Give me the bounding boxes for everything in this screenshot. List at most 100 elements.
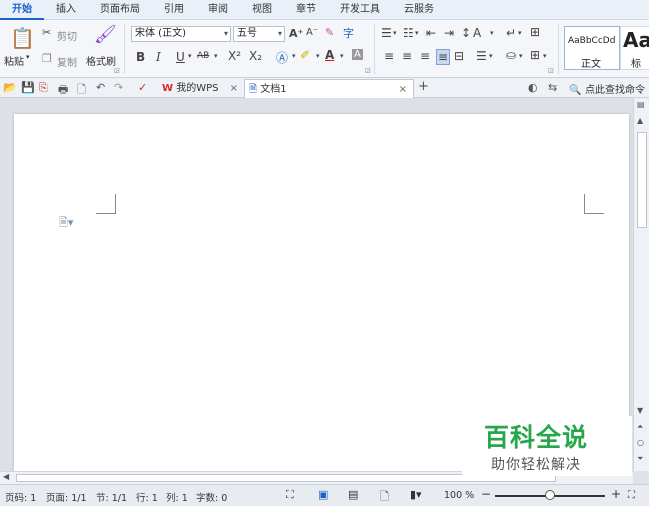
- scroll-left-icon[interactable]: ◀: [3, 472, 9, 481]
- cut-icon[interactable]: ✂: [42, 26, 51, 39]
- table-grid-icon[interactable]: ⊞: [530, 25, 540, 39]
- copy-button[interactable]: 复制: [57, 54, 77, 69]
- line-spacing-icon[interactable]: ☰: [476, 49, 487, 63]
- eye-protection-icon[interactable]: ▮▾: [410, 488, 422, 501]
- borders-icon[interactable]: ⊞: [530, 48, 540, 62]
- style-heading[interactable]: Aa 标: [620, 26, 649, 70]
- show-marks-icon[interactable]: ↵: [506, 26, 516, 40]
- status-pages[interactable]: 页面: 1/1: [46, 490, 87, 504]
- increase-indent-icon[interactable]: ⇥: [444, 26, 454, 40]
- strikethrough-icon[interactable]: AB: [197, 51, 209, 61]
- font-size-select[interactable]: 五号 ▾: [233, 26, 285, 42]
- command-search[interactable]: 🔍 点此查找命令: [569, 81, 645, 96]
- chevron-down-icon[interactable]: ▾: [519, 52, 523, 60]
- vertical-scroll-thumb[interactable]: [637, 132, 647, 228]
- highlight-icon[interactable]: ✐: [300, 48, 310, 62]
- chevron-down-icon[interactable]: ▾: [340, 52, 344, 60]
- next-page-icon[interactable]: ⏷: [637, 454, 643, 464]
- paragraph-launcher-icon[interactable]: ◲: [548, 67, 554, 74]
- full-screen-icon[interactable]: ⛶: [286, 488, 294, 502]
- font-name-select[interactable]: 宋体 (正文) ▾: [131, 26, 231, 42]
- status-section[interactable]: 节: 1/1: [96, 490, 127, 504]
- bold-icon[interactable]: B: [136, 50, 145, 64]
- tab-review[interactable]: 审阅: [196, 0, 240, 20]
- tab-view[interactable]: 视图: [240, 0, 284, 20]
- bullet-list-icon[interactable]: ☰: [381, 26, 392, 40]
- clipboard-launcher-icon[interactable]: ◲: [114, 67, 120, 74]
- underline-icon[interactable]: U: [176, 50, 185, 64]
- chevron-down-icon[interactable]: ▾: [490, 29, 494, 37]
- font-color-icon[interactable]: A: [325, 48, 334, 62]
- chevron-down-icon[interactable]: ▾: [292, 52, 296, 60]
- select-browse-object-icon[interactable]: ○: [637, 438, 644, 447]
- status-column[interactable]: 列: 1: [166, 490, 188, 504]
- align-right-icon[interactable]: ≡: [420, 49, 430, 63]
- shrink-font-icon[interactable]: A⁻: [306, 27, 318, 38]
- status-row[interactable]: 行: 1: [136, 490, 158, 504]
- paste-button[interactable]: 粘贴: [4, 53, 24, 68]
- chevron-down-icon[interactable]: ▾: [188, 52, 192, 60]
- new-tab-icon[interactable]: +: [418, 79, 429, 94]
- fit-window-icon[interactable]: ⛶: [628, 490, 635, 501]
- zoom-level[interactable]: 100 %: [444, 490, 474, 501]
- shading-icon[interactable]: ⛀: [506, 48, 516, 62]
- export-pdf-icon[interactable]: ⎘: [39, 81, 48, 95]
- chevron-down-icon[interactable]: ▾: [489, 52, 493, 60]
- chevron-down-icon[interactable]: ▾: [214, 52, 218, 60]
- page-view-icon[interactable]: ▣: [318, 488, 328, 501]
- zoom-in-icon[interactable]: +: [611, 487, 621, 501]
- format-painter-icon[interactable]: 🖌: [94, 24, 117, 45]
- decrease-indent-icon[interactable]: ⇤: [426, 26, 436, 40]
- chevron-down-icon[interactable]: ▾: [316, 52, 320, 60]
- chevron-down-icon[interactable]: ▾: [415, 29, 419, 37]
- subscript-icon[interactable]: X₂: [249, 49, 262, 63]
- customize-quick-access-icon[interactable]: ✓: [138, 81, 147, 94]
- redo-icon[interactable]: ↷: [114, 81, 123, 94]
- tab-developer[interactable]: 开发工具: [328, 0, 392, 20]
- chevron-down-icon[interactable]: ▾: [543, 52, 547, 60]
- save-icon[interactable]: 💾: [21, 81, 35, 94]
- distribute-icon[interactable]: ⊟: [454, 49, 464, 63]
- style-normal[interactable]: AaBbCcDd 正文: [564, 26, 620, 70]
- status-page-code[interactable]: 页码: 1: [5, 490, 36, 504]
- grow-font-icon[interactable]: A⁺: [289, 27, 303, 40]
- clear-format-icon[interactable]: ✎: [325, 26, 334, 39]
- scroll-down-icon[interactable]: ▼: [637, 406, 643, 415]
- sort-icon[interactable]: ↕: [461, 26, 471, 40]
- tab-insert[interactable]: 插入: [44, 0, 88, 20]
- paste-dropdown-icon[interactable]: ▾: [26, 53, 30, 61]
- phonetic-guide-icon[interactable]: 字: [343, 25, 354, 41]
- tab-list-icon[interactable]: ◐: [528, 81, 538, 94]
- italic-icon[interactable]: I: [156, 50, 161, 64]
- zoom-slider-thumb[interactable]: [545, 490, 555, 500]
- tab-my-wps[interactable]: W 我的WPS ×: [158, 79, 244, 98]
- cut-button[interactable]: 剪切: [57, 28, 77, 43]
- paste-icon[interactable]: 📋: [10, 26, 35, 50]
- align-center-icon[interactable]: ≡: [402, 49, 412, 63]
- tab-document1[interactable]: 🗎 文档1 ×: [244, 79, 414, 98]
- paragraph-layout-icon[interactable]: 🗎▾: [59, 214, 73, 233]
- collaboration-icon[interactable]: ⇆: [548, 81, 557, 94]
- chevron-down-icon[interactable]: ▾: [518, 29, 522, 37]
- tab-references[interactable]: 引用: [152, 0, 196, 20]
- change-case-icon[interactable]: A: [473, 26, 481, 40]
- ruler-toggle-icon[interactable]: ▤: [637, 100, 645, 109]
- superscript-icon[interactable]: X²: [228, 49, 241, 63]
- vertical-scrollbar[interactable]: ▤ ▲ ▼ ⏶ ○ ⏷: [633, 98, 649, 471]
- character-shading-icon[interactable]: A: [352, 49, 363, 60]
- previous-page-icon[interactable]: ⏶: [637, 422, 643, 432]
- tab-page-layout[interactable]: 页面布局: [88, 0, 152, 20]
- close-icon[interactable]: ×: [230, 79, 238, 98]
- status-word-count[interactable]: 字数: 0: [196, 490, 227, 504]
- outline-view-icon[interactable]: ▤: [348, 488, 358, 501]
- justify-icon[interactable]: ≡: [436, 49, 451, 65]
- undo-icon[interactable]: ↶: [96, 81, 105, 94]
- align-left-icon[interactable]: ≡: [384, 49, 394, 63]
- chevron-down-icon[interactable]: ▾: [393, 29, 397, 37]
- font-launcher-icon[interactable]: ◲: [365, 67, 371, 74]
- tab-home[interactable]: 开始: [0, 0, 44, 20]
- copy-icon[interactable]: ❐: [42, 52, 52, 65]
- tab-chapter[interactable]: 章节: [284, 0, 328, 20]
- close-icon[interactable]: ×: [399, 80, 407, 99]
- open-folder-icon[interactable]: 📂: [3, 81, 17, 94]
